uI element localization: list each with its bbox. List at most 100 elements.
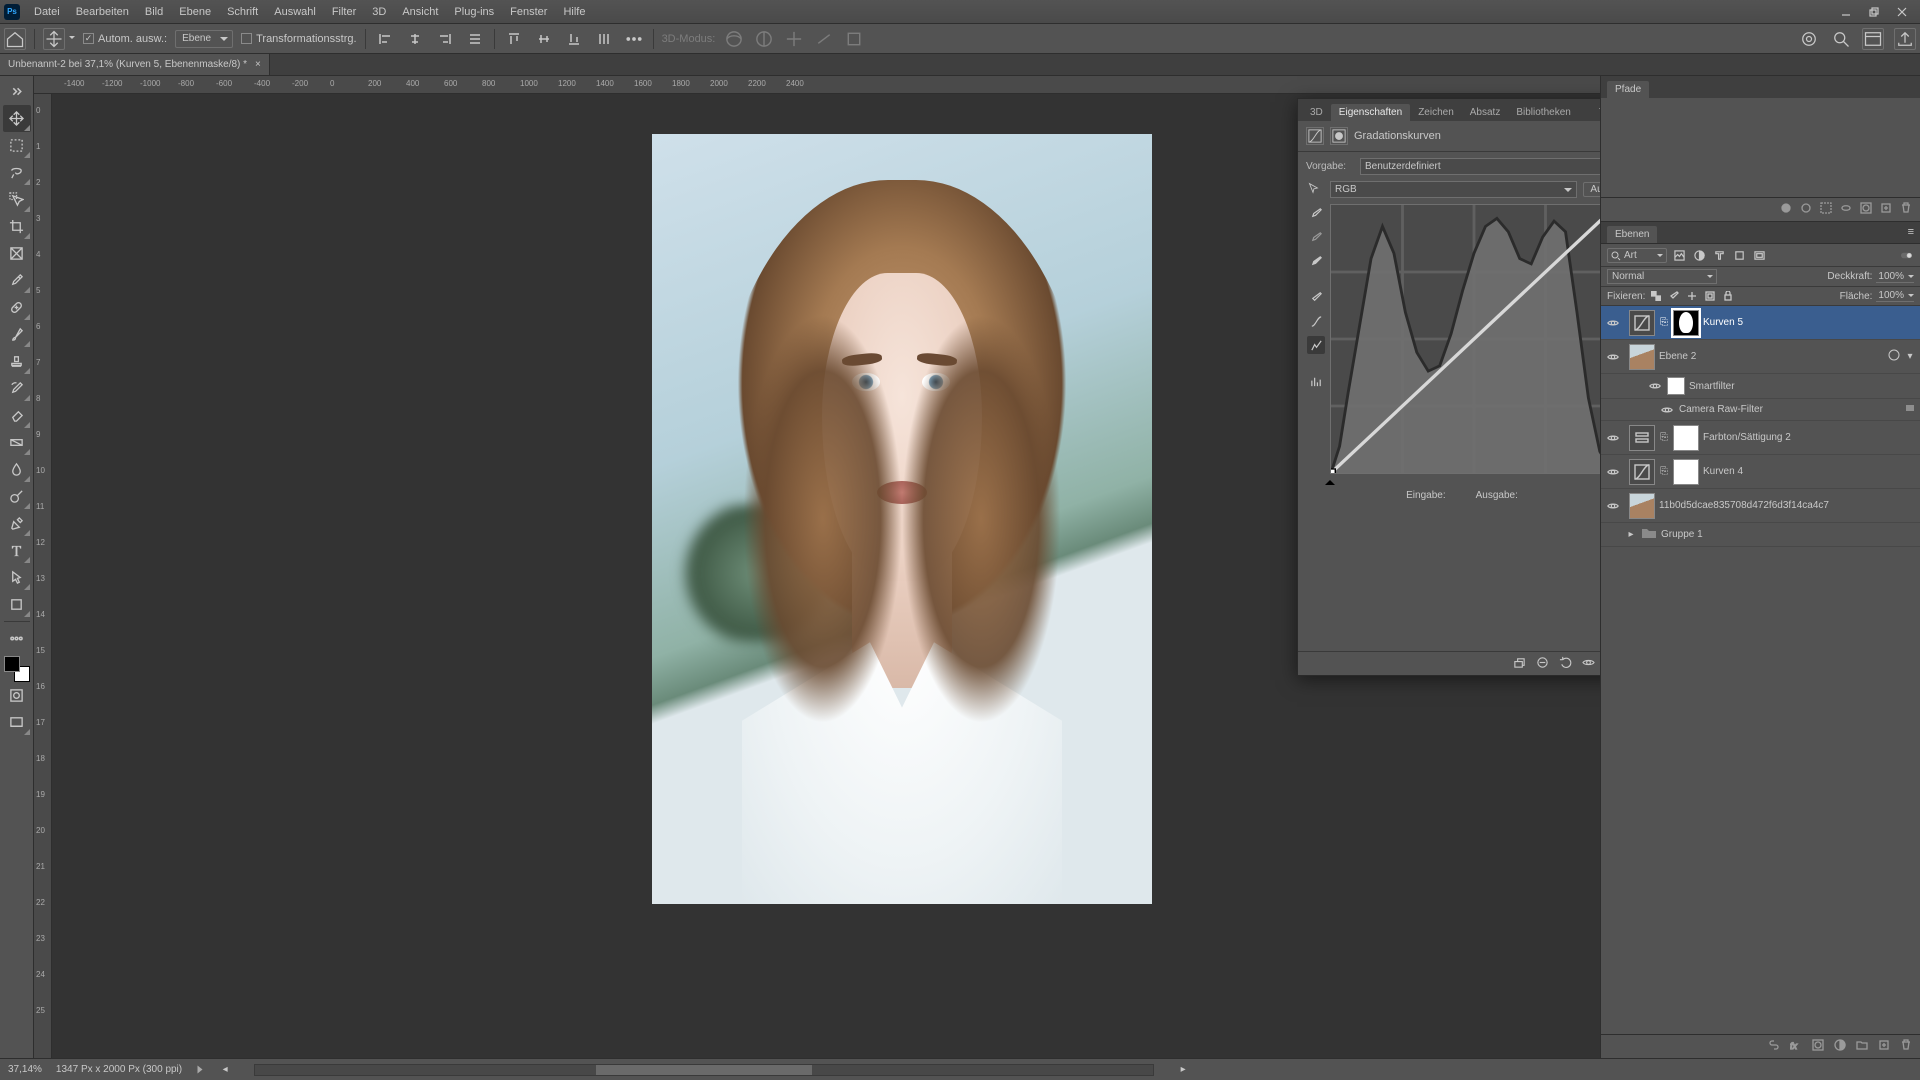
group-expand-caret[interactable]: ▸ (1625, 529, 1637, 540)
properties-tab-eigenschaften[interactable]: Eigenschaften (1331, 104, 1410, 121)
histogram-toggle[interactable] (1307, 372, 1325, 390)
layer-mask-thumbnail[interactable] (1673, 459, 1699, 485)
gradient-tool[interactable] (3, 429, 31, 456)
properties-panel[interactable]: ◂◂ × 3D Eigenschaften Zeichen Absatz Bib… (1297, 98, 1600, 676)
cloud-docs-button[interactable] (1798, 28, 1820, 50)
layers-tab[interactable]: Ebenen (1607, 226, 1657, 243)
distribute-h-button[interactable] (464, 28, 486, 50)
new-adjustment-button[interactable] (1834, 1039, 1846, 1054)
screenmode-toggle[interactable] (3, 709, 31, 736)
layer-mask-thumbnail[interactable] (1673, 310, 1699, 336)
3d-slide-button[interactable] (813, 28, 835, 50)
fill-path-button[interactable] (1780, 202, 1792, 217)
lock-pixels[interactable] (1667, 289, 1681, 303)
more-tools-icon[interactable] (3, 625, 31, 652)
link-icon[interactable]: ⎘ (1659, 432, 1669, 443)
more-align-button[interactable] (623, 28, 645, 50)
filter-blend-options[interactable] (1904, 402, 1916, 417)
link-icon[interactable]: ⎘ (1659, 317, 1669, 328)
filter-shape-icon[interactable] (1731, 247, 1747, 263)
selection-to-path-button[interactable] (1840, 202, 1852, 217)
dodge-tool[interactable] (3, 483, 31, 510)
new-group-button[interactable] (1856, 1039, 1868, 1054)
blur-tool[interactable] (3, 456, 31, 483)
view-previous-button[interactable] (1536, 656, 1549, 672)
filter-toggle[interactable] (1898, 247, 1914, 263)
menu-bild[interactable]: Bild (137, 4, 171, 20)
auto-select-checkbox[interactable]: Autom. ausw.: (83, 33, 167, 45)
layer-fx-button[interactable]: fx (1790, 1039, 1802, 1054)
link-layers-button[interactable] (1768, 1039, 1780, 1054)
window-restore-button[interactable] (1860, 3, 1888, 21)
align-center-h-button[interactable] (404, 28, 426, 50)
heal-tool[interactable] (3, 294, 31, 321)
draw-curve-button[interactable] (1307, 336, 1325, 354)
horizontal-scrollbar[interactable] (254, 1064, 1154, 1076)
smartfilter-expand-icon[interactable] (1888, 349, 1900, 364)
layer-name[interactable]: 11b0d5dcae835708d472f6d3f14ca4c7 (1659, 500, 1916, 511)
quickmask-toggle[interactable] (3, 682, 31, 709)
menu-auswahl[interactable]: Auswahl (266, 4, 324, 20)
menu-schrift[interactable]: Schrift (219, 4, 266, 20)
expand-caret[interactable]: ▾ (1904, 351, 1916, 362)
layers-panel-menu[interactable]: ≡ (1908, 226, 1914, 238)
paths-tab[interactable]: Pfade (1607, 81, 1649, 98)
layer-gruppe-1[interactable]: ▸ Gruppe 1 (1601, 523, 1920, 547)
eraser-tool[interactable] (3, 402, 31, 429)
mask-icon[interactable] (1330, 127, 1348, 145)
properties-tab-bibliotheken[interactable]: Bibliotheken (1508, 104, 1578, 121)
preset-dropdown[interactable]: Benutzerdefiniert (1360, 158, 1600, 175)
tool-preset-dropdown[interactable] (69, 36, 75, 42)
document-tab[interactable]: Unbenannt-2 bei 37,1% (Kurven 5, Ebenenm… (0, 54, 270, 75)
layer-ebene-2[interactable]: Ebene 2 ▾ (1601, 340, 1920, 374)
filter-smart-icon[interactable] (1751, 247, 1767, 263)
auto-select-target-dropdown[interactable]: Ebene (175, 30, 233, 48)
clip-to-layer-button[interactable] (1513, 656, 1526, 672)
panel-collapse-icon[interactable]: ◂◂ (1599, 103, 1600, 114)
blend-mode-dropdown[interactable]: Normal (1607, 269, 1717, 284)
path-to-selection-button[interactable] (1820, 202, 1832, 217)
new-path-button[interactable] (1880, 202, 1892, 217)
window-close-button[interactable] (1888, 3, 1916, 21)
canvas-area[interactable]: -1400-1200-1000-800-600-400-200020040060… (34, 76, 1600, 1058)
menu-ebene[interactable]: Ebene (171, 4, 219, 20)
menu-filter[interactable]: Filter (324, 4, 364, 20)
visibility-toggle[interactable] (1605, 432, 1621, 444)
smartfilter-mask[interactable] (1667, 377, 1685, 395)
layer-camera-raw-filter[interactable]: Camera Raw-Filter (1601, 399, 1920, 421)
new-layer-button[interactable] (1878, 1039, 1890, 1054)
menu-bearbeiten[interactable]: Bearbeiten (68, 4, 137, 20)
lock-all[interactable] (1721, 289, 1735, 303)
share-button[interactable] (1894, 28, 1916, 50)
stamp-tool[interactable] (3, 348, 31, 375)
menu-plugins[interactable]: Plug-ins (446, 4, 502, 20)
sampler-black-button[interactable] (1307, 252, 1325, 270)
layer-kurven-4[interactable]: ⎘ Kurven 4 (1601, 455, 1920, 489)
align-bottom-button[interactable] (563, 28, 585, 50)
curves-thumbnail[interactable] (1629, 459, 1655, 485)
input-range-slider[interactable] (1330, 476, 1600, 486)
scroll-right-button[interactable]: ▸ (1176, 1063, 1190, 1077)
align-center-v-button[interactable] (533, 28, 555, 50)
visibility-toggle[interactable] (1605, 500, 1621, 512)
visibility-toggle[interactable] (1647, 380, 1663, 392)
properties-tab-3d[interactable]: 3D (1302, 104, 1331, 121)
document-image[interactable] (652, 134, 1152, 904)
layer-mask-thumbnail[interactable] (1673, 425, 1699, 451)
path-select-tool[interactable] (3, 564, 31, 591)
layer-name[interactable]: Gruppe 1 (1661, 529, 1916, 540)
lock-artboard[interactable] (1703, 289, 1717, 303)
canvas-stage[interactable]: ◂◂ × 3D Eigenschaften Zeichen Absatz Bib… (52, 94, 1600, 1058)
toolbox-collapse-icon[interactable] (3, 78, 31, 105)
curves-graph[interactable] (1330, 204, 1600, 474)
document-close-button[interactable]: × (255, 59, 261, 70)
crop-tool[interactable] (3, 213, 31, 240)
frame-tool[interactable] (3, 240, 31, 267)
docinfo-caret[interactable] (198, 1066, 203, 1074)
brush-tool[interactable] (3, 321, 31, 348)
eyedropper-tool[interactable] (3, 267, 31, 294)
visibility-toggle[interactable] (1605, 466, 1621, 478)
delete-layer-button[interactable] (1900, 1039, 1912, 1054)
sampler-gray-button[interactable] (1307, 228, 1325, 246)
marquee-tool[interactable] (3, 132, 31, 159)
